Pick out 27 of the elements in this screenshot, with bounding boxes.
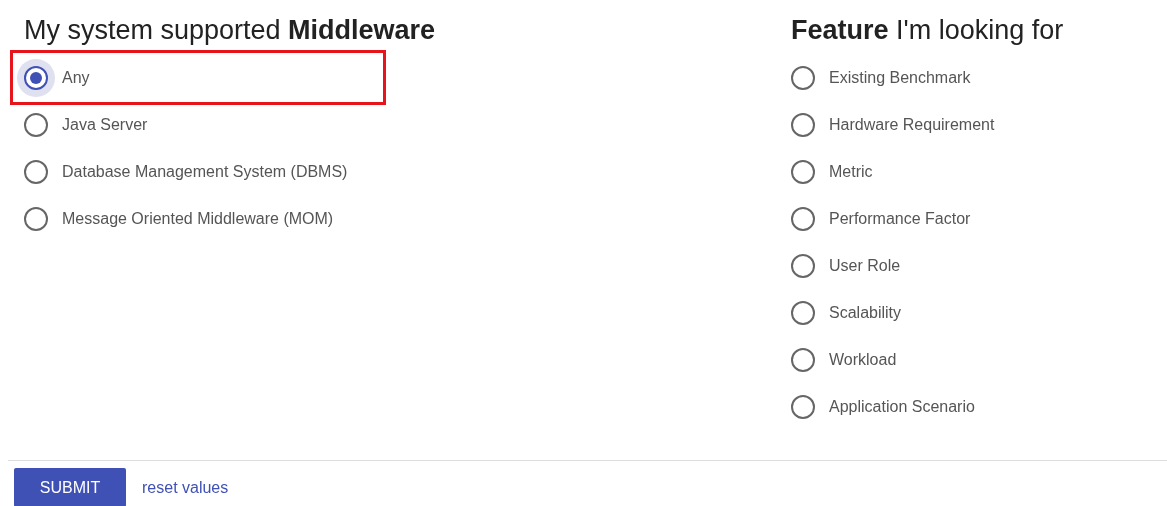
section-heading: Feature I'm looking for: [791, 14, 1065, 46]
section-heading: My system supported Middleware: [24, 14, 437, 46]
option-label: Hardware Requirement: [829, 115, 995, 134]
option-label: Java Server: [62, 115, 148, 134]
radio-button[interactable]: [24, 206, 48, 231]
option-label: User Role: [829, 256, 901, 275]
option-label: Any: [62, 68, 90, 87]
radio-button[interactable]: [791, 65, 815, 90]
option-label: Existing Benchmark: [829, 68, 971, 87]
radio-button[interactable]: [791, 112, 815, 137]
option-label: Metric: [829, 162, 873, 181]
radio-button[interactable]: [791, 347, 815, 372]
reset-link[interactable]: reset values: [142, 478, 229, 497]
radio-button[interactable]: [24, 159, 48, 184]
option-label: Application Scenario: [829, 397, 975, 416]
radio-button[interactable]: [24, 112, 48, 137]
radio-button[interactable]: [791, 253, 815, 278]
radio-button[interactable]: [791, 394, 815, 419]
radio-button[interactable]: [791, 206, 815, 231]
option-label: Scalability: [829, 303, 902, 322]
option-label: Message Oriented Middleware (MOM): [62, 209, 334, 228]
option-label: Workload: [829, 350, 897, 369]
option-label: Database Management System (DBMS): [62, 162, 348, 181]
submit-button[interactable]: SUBMIT: [14, 468, 126, 506]
radio-button[interactable]: [791, 159, 815, 184]
option-label: Performance Factor: [829, 209, 971, 228]
radio-button[interactable]: [791, 300, 815, 325]
